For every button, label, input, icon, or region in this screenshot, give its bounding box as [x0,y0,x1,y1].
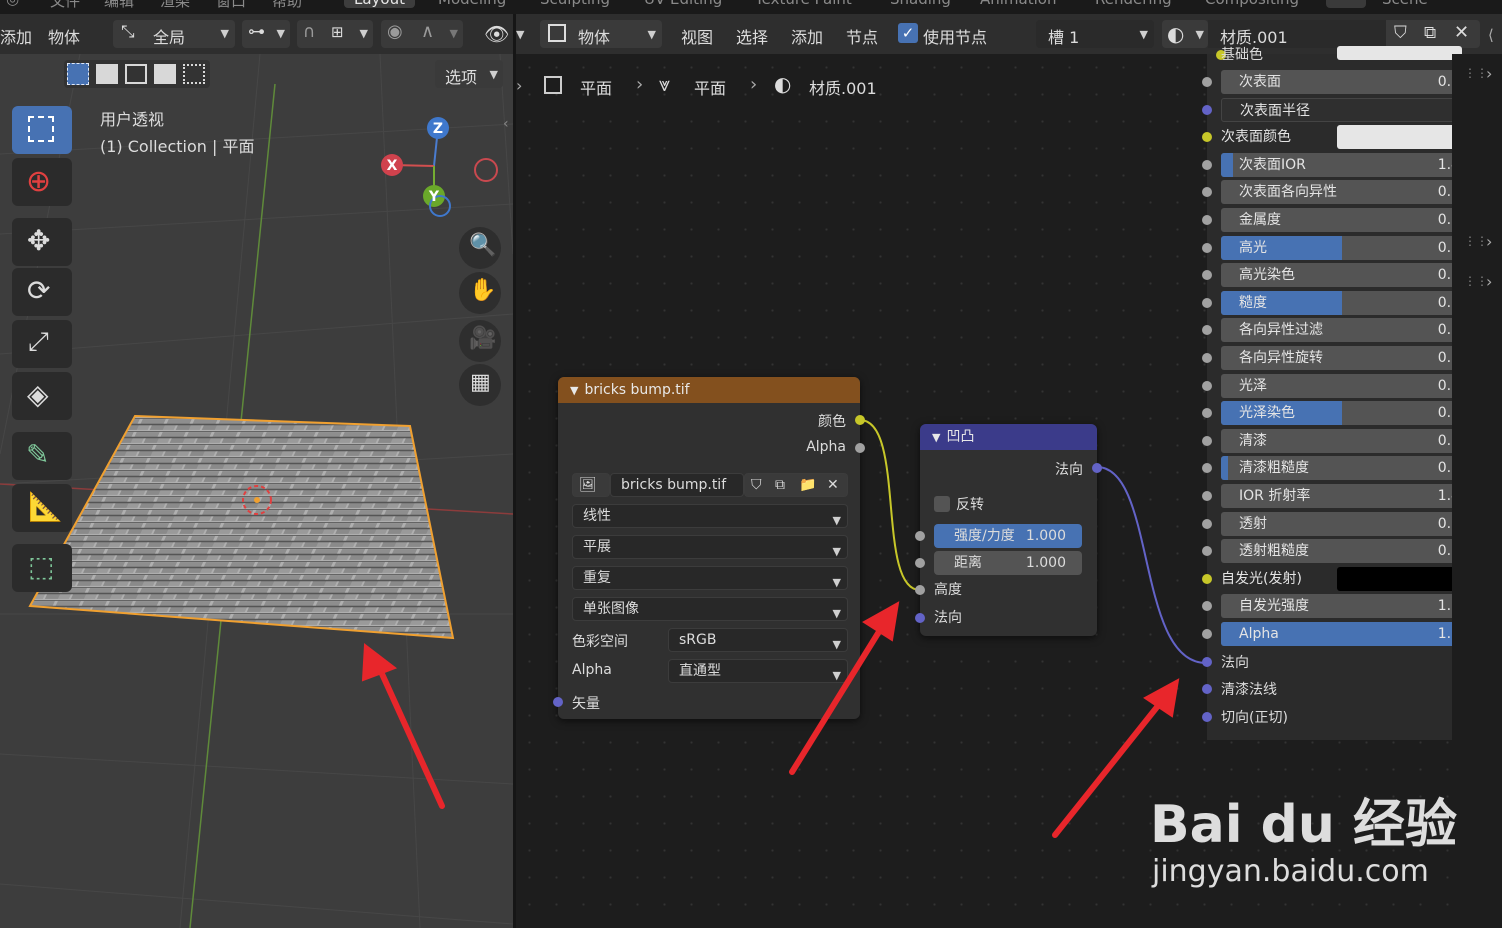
drag-handle-icon[interactable]: ⋮⋮ [1464,274,1488,288]
bsdf-input-socket[interactable] [1202,325,1212,336]
bsdf-input-socket[interactable] [1202,629,1212,639]
chevron-right-icon[interactable]: › [1486,232,1492,251]
bsdf-input-socket[interactable] [1202,297,1212,308]
bsdf-row[interactable]: 清漆 0.0 [1221,428,1462,453]
bsdf-row-label: 透射 [1239,515,1267,532]
bsdf-input-socket[interactable] [1202,463,1212,474]
baidu-watermark: Bai du 经验 jingyan.baidu.com [1150,772,1457,902]
bsdf-row-label: 自发光(发射) [1221,570,1302,587]
color-swatch[interactable] [1337,566,1462,591]
bsdf-row-label: 次表面各向异性 [1239,184,1337,201]
bsdf-row[interactable]: 次表面颜色 [1221,125,1462,150]
bsdf-input-socket[interactable] [1202,380,1212,391]
bsdf-input-socket[interactable] [1202,242,1212,253]
bsdf-row-label: 次表面颜色 [1221,129,1291,146]
bsdf-row[interactable]: 各向异性旋转 0.0 [1221,346,1462,370]
bsdf-row-label: 自发光强度 [1239,598,1309,615]
bsdf-row[interactable]: 金属度 0.0 [1221,208,1462,232]
bsdf-vector-socket[interactable] [1202,711,1212,722]
bsdf-row-label: 光泽染色 [1239,405,1295,422]
bsdf-input-socket[interactable] [1202,104,1212,115]
bsdf-row-label: 高光 [1239,239,1267,256]
drag-handle-icon[interactable]: ⋮⋮ [1464,66,1488,80]
bsdf-row-label: 清漆粗糙度 [1239,460,1309,477]
bsdf-input-socket[interactable] [1202,215,1212,225]
bsdf-row-label: 次表面半径 [1240,102,1310,119]
watermark-brand: Bai du 经验 [1150,795,1457,855]
right-margin: ⋮⋮ › ⋮⋮ › ⋮⋮ › [1452,54,1502,928]
bsdf-row-label: IOR 折射率 [1239,488,1311,504]
drag-handle-icon[interactable]: ⋮⋮ [1464,234,1488,248]
slider-fill [1221,152,1234,177]
bsdf-input-socket[interactable] [1202,518,1212,529]
bsdf-row[interactable]: 高光染色 0.0 [1221,263,1462,288]
slider-fill [1221,456,1229,481]
bsdf-row-label: 各向异性旋转 [1239,350,1323,366]
bsdf-input-socket[interactable] [1202,408,1212,419]
bsdf-row[interactable]: 次表面IOR 1.4 [1221,152,1462,177]
bsdf-input-socket[interactable] [1202,187,1212,198]
bsdf-row-label: 高光染色 [1239,267,1295,284]
base-color-label: 基础色 [1221,47,1263,63]
bsdf-vector-socket[interactable] [1202,684,1212,695]
bsdf-row-label: 各向异性过滤 [1239,322,1323,339]
bsdf-row[interactable]: 透射 0.0 [1221,511,1462,536]
base-color-row[interactable]: 基础色 [1216,46,1462,66]
bsdf-vector-socket[interactable] [1202,656,1212,667]
bsdf-row-label: 次表面IOR [1239,156,1306,173]
bsdf-row[interactable]: 透射粗糙度 0.0 [1221,539,1462,564]
bsdf-row[interactable]: 光泽 0.0 [1221,373,1462,398]
bsdf-input-socket[interactable] [1202,77,1212,87]
color-swatch[interactable] [1337,125,1462,150]
bsdf-input-socket[interactable] [1202,353,1212,363]
bsdf-row-label: 次表面 [1239,74,1281,90]
bsdf-row[interactable]: 自发光强度 1.0 [1221,594,1462,619]
bsdf-row[interactable]: 自发光(发射) [1221,566,1462,591]
bsdf-input-socket[interactable] [1202,546,1212,557]
bsdf-row[interactable]: 光泽染色 0.5 [1221,401,1462,426]
bsdf-input-socket[interactable] [1202,270,1212,281]
bsdf-input-socket[interactable] [1202,132,1212,143]
bsdf-row[interactable]: 清漆粗糙度 0.0 [1221,456,1462,481]
base-color-swatch[interactable] [1337,46,1462,60]
principled-bsdf-node[interactable]: 基础色 次表面 0.0 次表面半径次表面颜色次表面IOR 1.4 次表面各向异性 0.0 金… [1202,46,1462,740]
bsdf-input-socket[interactable] [1202,159,1212,170]
bsdf-vector-input-label: 切向(正切) [1221,709,1288,726]
bsdf-input-socket[interactable] [1202,573,1212,584]
bsdf-vector-input-label: 法向 [1221,654,1249,671]
bsdf-row[interactable]: 次表面半径 [1221,97,1462,122]
bsdf-input-socket[interactable] [1202,491,1212,501]
bsdf-row[interactable]: 次表面各向异性 0.0 [1221,180,1462,205]
bsdf-row[interactable]: IOR 折射率 1.4 [1221,484,1462,508]
bsdf-vector-input-label: 清漆法线 [1221,682,1277,699]
bsdf-row[interactable]: 次表面 0.0 [1221,70,1462,94]
chevron-right-icon[interactable]: › [1486,272,1492,291]
bsdf-row[interactable]: 糙度 0.5 [1221,290,1462,315]
bsdf-row-label: 透射粗糙度 [1239,543,1309,560]
bsdf-row[interactable]: 各向异性过滤 0.0 [1221,318,1462,343]
bsdf-input-socket[interactable] [1202,435,1212,446]
bsdf-row-label: 金属度 [1239,212,1281,228]
watermark-url: jingyan.baidu.com [1152,854,1429,889]
bsdf-row-label: 清漆 [1239,432,1267,449]
bsdf-row-label: 光泽 [1239,377,1267,394]
bsdf-row[interactable]: Alpha 1.0 [1221,622,1462,646]
chevron-right-icon[interactable]: › [1486,64,1492,83]
bsdf-row[interactable]: 高光 0.5 [1221,235,1462,260]
bsdf-input-socket[interactable] [1202,601,1212,612]
bsdf-row-label: 糙度 [1239,294,1267,311]
bsdf-row-label: Alpha [1239,626,1279,642]
